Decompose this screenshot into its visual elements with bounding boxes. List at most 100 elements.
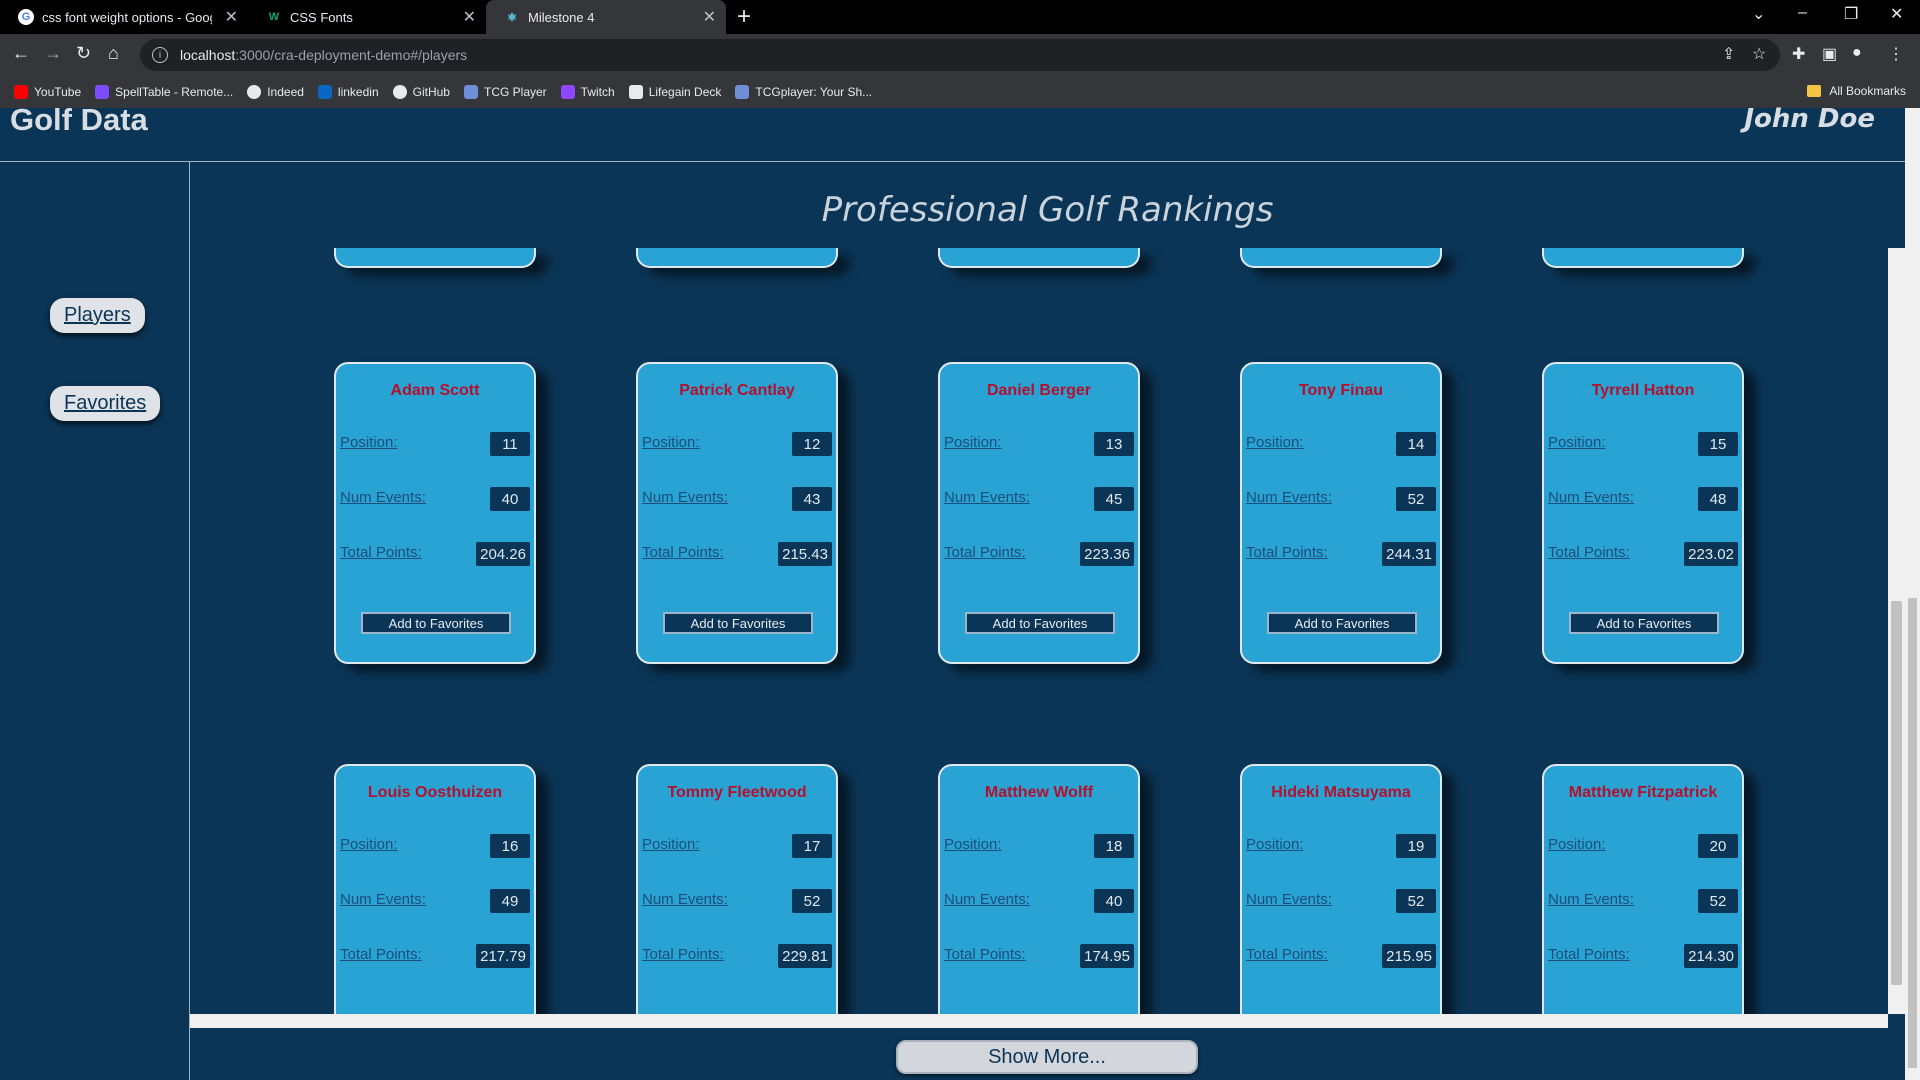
position-label[interactable]: Position: [1548,434,1606,451]
player-name: Tony Finau [1298,382,1384,399]
position-value: 19 [1396,834,1436,858]
add-to-favorites-button[interactable]: Add to Favorites [663,612,813,634]
github-icon [392,85,407,99]
favorites-nav-button[interactable]: Favorites [50,386,161,421]
player-card: Daniel Berger Position: 13 Num Events: 45 Tot… [938,362,1140,664]
close-icon[interactable]: ✕ [225,7,238,27]
add-to-favorites-button[interactable]: Add to Favorites [361,612,511,634]
num-events-label[interactable]: Num Events: [1246,489,1332,506]
num-events-label[interactable]: Num Events: [642,891,728,908]
player-name: Patrick Cantlay [679,382,795,399]
position-label[interactable]: Position: [944,434,1002,451]
scrollbar-thumb[interactable] [1908,598,1917,1068]
bookmark-linkedin[interactable]: linkedin [317,85,379,99]
position-label[interactable]: Position: [340,434,398,451]
info-icon[interactable]: i [152,47,168,63]
profile-avatar-icon[interactable]: ● [1852,44,1862,62]
total-points-label[interactable]: Total Points: [944,946,1026,963]
bookmark-spelltable[interactable]: SpellTable - Remote... [95,85,233,99]
total-points-value: 244.31 [1382,542,1436,566]
bookmark-twitch[interactable]: Twitch [560,85,615,99]
player-name: Tyrrell Hatton [1591,382,1695,399]
grid-horizontal-scrollbar[interactable] [190,1014,1888,1028]
scrollbar-thumb[interactable] [1891,601,1902,985]
total-points-value: 223.02 [1684,542,1738,566]
bookmark-star-icon[interactable]: ☆ [1752,44,1766,64]
show-more-button[interactable]: Show More... [896,1040,1198,1074]
forward-icon[interactable]: → [44,43,62,64]
bookmark-tcgplayer-shop[interactable]: TCGplayer: Your Sh... [735,85,872,99]
num-events-label[interactable]: Num Events: [340,891,426,908]
total-points-label[interactable]: Total Points: [1548,544,1630,561]
total-points-label[interactable]: Total Points: [1246,946,1328,963]
total-points-label[interactable]: Total Points: [340,946,422,963]
back-icon[interactable]: ← [12,43,30,64]
all-bookmarks-label: All Bookmarks [1829,84,1906,98]
menu-icon[interactable]: ⋮ [1888,44,1904,64]
add-to-favorites-button[interactable]: Add to Favorites [965,612,1115,634]
position-label[interactable]: Position: [642,434,700,451]
window-close-icon[interactable]: ✕ [1890,4,1903,24]
num-events-label[interactable]: Num Events: [340,489,426,506]
bookmark-youtube[interactable]: YouTube [14,85,81,99]
page-scrollbar[interactable] [1905,108,1920,1080]
total-points-label[interactable]: Total Points: [340,544,422,561]
position-label[interactable]: Position: [944,836,1002,853]
player-card [938,248,1140,268]
total-points-label[interactable]: Total Points: [1548,946,1630,963]
num-events-label[interactable]: Num Events: [944,489,1030,506]
player-card: Louis Oosthuizen Position: 16 Num Events: 49… [334,764,536,1014]
position-value: 17 [792,834,832,858]
bookmark-indeed[interactable]: Indeed [247,85,304,99]
extensions-icon[interactable]: ✚ [1792,44,1805,64]
num-events-label[interactable]: Num Events: [944,891,1030,908]
total-points-label[interactable]: Total Points: [642,946,724,963]
num-events-label[interactable]: Num Events: [642,489,728,506]
position-value: 18 [1094,834,1134,858]
position-label[interactable]: Position: [642,836,700,853]
num-events-value: 52 [1396,889,1436,913]
player-card [334,248,536,268]
position-label[interactable]: Position: [1246,434,1304,451]
total-points-label[interactable]: Total Points: [1246,544,1328,561]
position-label[interactable]: Position: [1548,836,1606,853]
tab-search-icon[interactable]: ⌄ [1752,4,1765,24]
tab-title: css font weight options - Google [42,9,212,25]
player-card: Tommy Fleetwood Position: 17 Num Events: 52 T… [636,764,838,1014]
bookmark-label: Twitch [580,85,615,99]
total-points-value: 215.43 [778,542,832,566]
add-to-favorites-button[interactable]: Add to Favorites [1267,612,1417,634]
grid-vertical-scrollbar[interactable] [1888,248,1905,1014]
close-icon[interactable]: ✕ [703,7,716,27]
players-nav-button[interactable]: Players [50,298,145,333]
bookmark-label: GitHub [412,85,450,99]
minimize-icon[interactable]: – [1798,4,1807,22]
bookmark-tcgplayer[interactable]: TCG Player [463,85,547,99]
num-events-label[interactable]: Num Events: [1548,489,1634,506]
reload-icon[interactable]: ↻ [76,43,91,64]
position-value: 12 [792,432,832,456]
home-icon[interactable]: ⌂ [108,43,119,64]
bookmark-github[interactable]: GitHub [392,85,450,99]
share-icon[interactable]: ⇪ [1722,44,1735,64]
add-to-favorites-button[interactable]: Add to Favorites [1569,612,1719,634]
tab-css-fonts[interactable]: W CSS Fonts ✕ [248,0,486,34]
num-events-label[interactable]: Num Events: [1548,891,1634,908]
total-points-label[interactable]: Total Points: [944,544,1026,561]
restore-icon[interactable]: ❐ [1844,4,1858,24]
side-panel-icon[interactable]: ▣ [1822,44,1837,64]
tab-milestone[interactable]: ⚛ Milestone 4 ✕ [486,0,726,34]
player-card-grid[interactable]: Adam Scott Position: 11 Num Events: 40 Total … [190,248,1905,1014]
address-bar[interactable]: i localhost:3000/cra-deployment-demo#/pl… [140,39,1780,71]
new-tab-icon[interactable]: + [737,3,751,31]
all-bookmarks[interactable]: All Bookmarks [1807,84,1906,98]
player-card: Hideki Matsuyama Position: 19 Num Events: 52… [1240,764,1442,1014]
num-events-label[interactable]: Num Events: [1246,891,1332,908]
google-icon: G [18,9,34,25]
total-points-label[interactable]: Total Points: [642,544,724,561]
tab-google[interactable]: G css font weight options - Google ✕ [0,0,248,34]
position-label[interactable]: Position: [340,836,398,853]
bookmark-lifegain[interactable]: Lifegain Deck [628,85,721,99]
close-icon[interactable]: ✕ [463,7,476,27]
position-label[interactable]: Position: [1246,836,1304,853]
